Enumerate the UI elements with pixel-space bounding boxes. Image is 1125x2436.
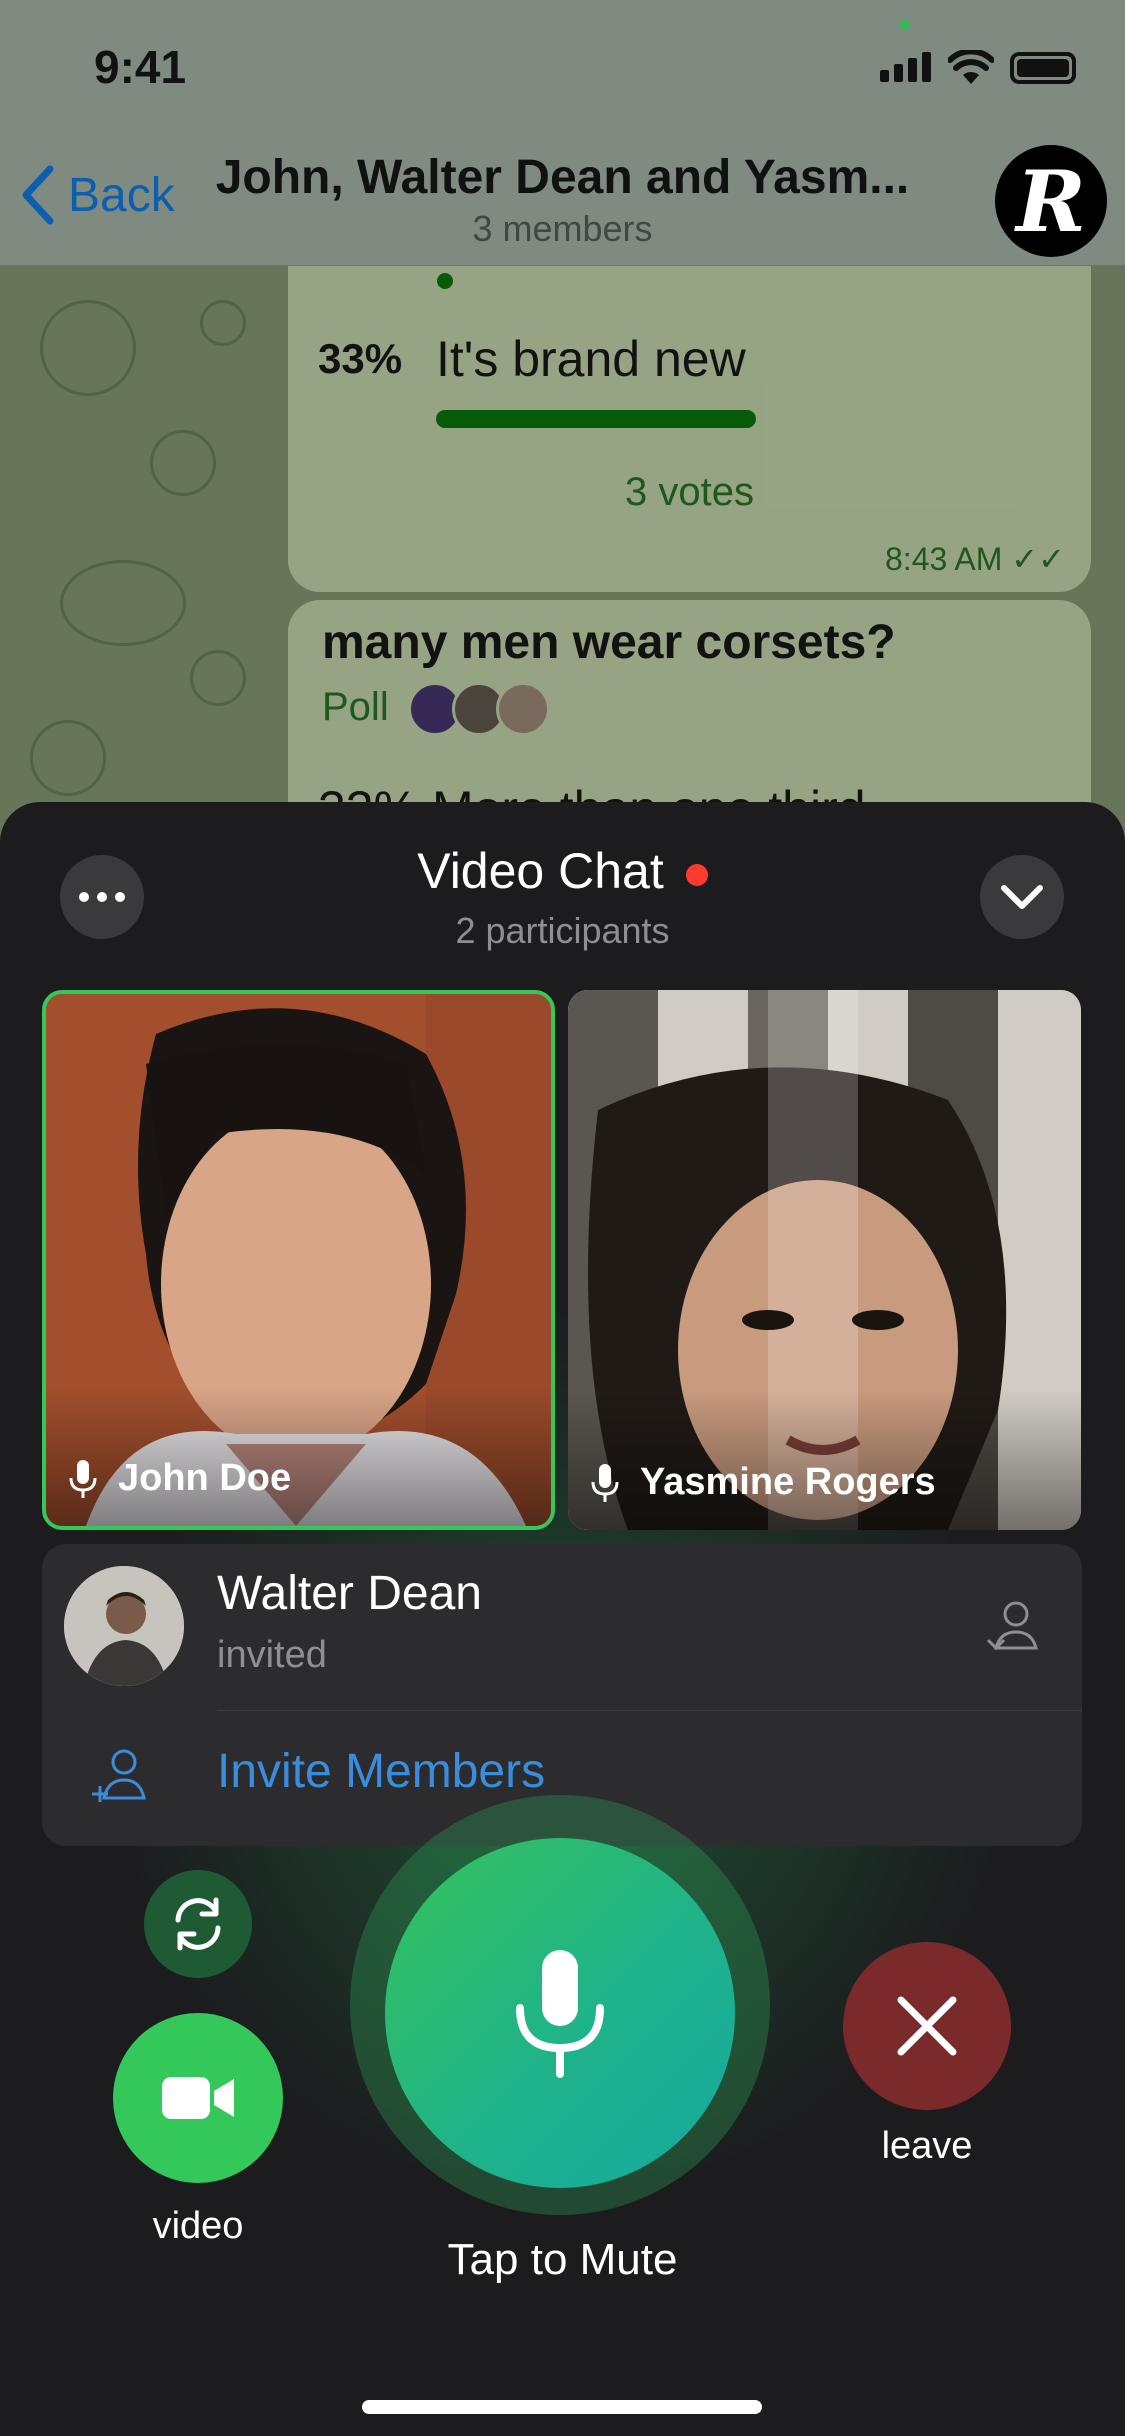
participant-name: Yasmine Rogers (640, 1461, 936, 1503)
avatar (64, 1566, 184, 1686)
close-icon (897, 1996, 957, 2056)
chat-avatar[interactable]: R (995, 145, 1107, 257)
divider (217, 1710, 1082, 1711)
chevron-left-icon (22, 165, 54, 225)
participant-name: Walter Dean (217, 1567, 482, 1620)
status-bar: 9:41 (0, 0, 1125, 140)
recording-indicator-icon (685, 863, 708, 886)
participant-name: John Doe (118, 1457, 292, 1499)
chat-member-count: 3 members (472, 208, 653, 249)
chevron-down-icon (1001, 885, 1043, 909)
battery-icon (1010, 52, 1076, 84)
back-button[interactable]: Back (20, 165, 175, 225)
mute-status-label: Tap to Mute (447, 2235, 678, 2284)
participant-count: 2 participants (455, 910, 670, 951)
chat-header: Back John, Walter Dean and Yasm... 3 mem… (0, 140, 1125, 266)
video-camera-icon (162, 2077, 234, 2119)
mic-icon (591, 1464, 619, 1502)
back-label: Back (68, 168, 175, 222)
signal-icon (880, 52, 936, 82)
camera-indicator-icon (900, 20, 910, 30)
participant-video-tile[interactable]: Yasmine Rogers (568, 990, 1081, 1530)
invited-user-icon (986, 1601, 1038, 1651)
flip-camera-button[interactable] (144, 1870, 252, 1978)
leave-label: leave (881, 2125, 973, 2167)
avatar-photo (64, 1566, 184, 1686)
tile-gradient (46, 1386, 551, 1526)
collapse-button[interactable] (980, 855, 1064, 939)
leave-button[interactable] (843, 1942, 1011, 2110)
video-chat-title: Video Chat (0, 842, 1125, 900)
tile-gradient (568, 1390, 1081, 1530)
add-user-icon (92, 1749, 146, 1802)
invite-members-button[interactable]: Invite Members (217, 1744, 545, 1799)
participant-video-tile[interactable]: John Doe (42, 990, 555, 1530)
participant-status: invited (217, 1634, 327, 1676)
microphone-icon (516, 1950, 604, 2078)
status-time: 9:41 (94, 41, 187, 93)
mic-icon (69, 1460, 97, 1498)
wifi-icon (948, 50, 994, 84)
mute-button[interactable] (385, 1838, 735, 2188)
home-indicator[interactable] (362, 2400, 762, 2414)
flip-camera-icon (175, 1897, 221, 1951)
video-toggle-button[interactable] (113, 2013, 283, 2183)
chat-title[interactable]: John, Walter Dean and Yasm... (195, 150, 930, 205)
